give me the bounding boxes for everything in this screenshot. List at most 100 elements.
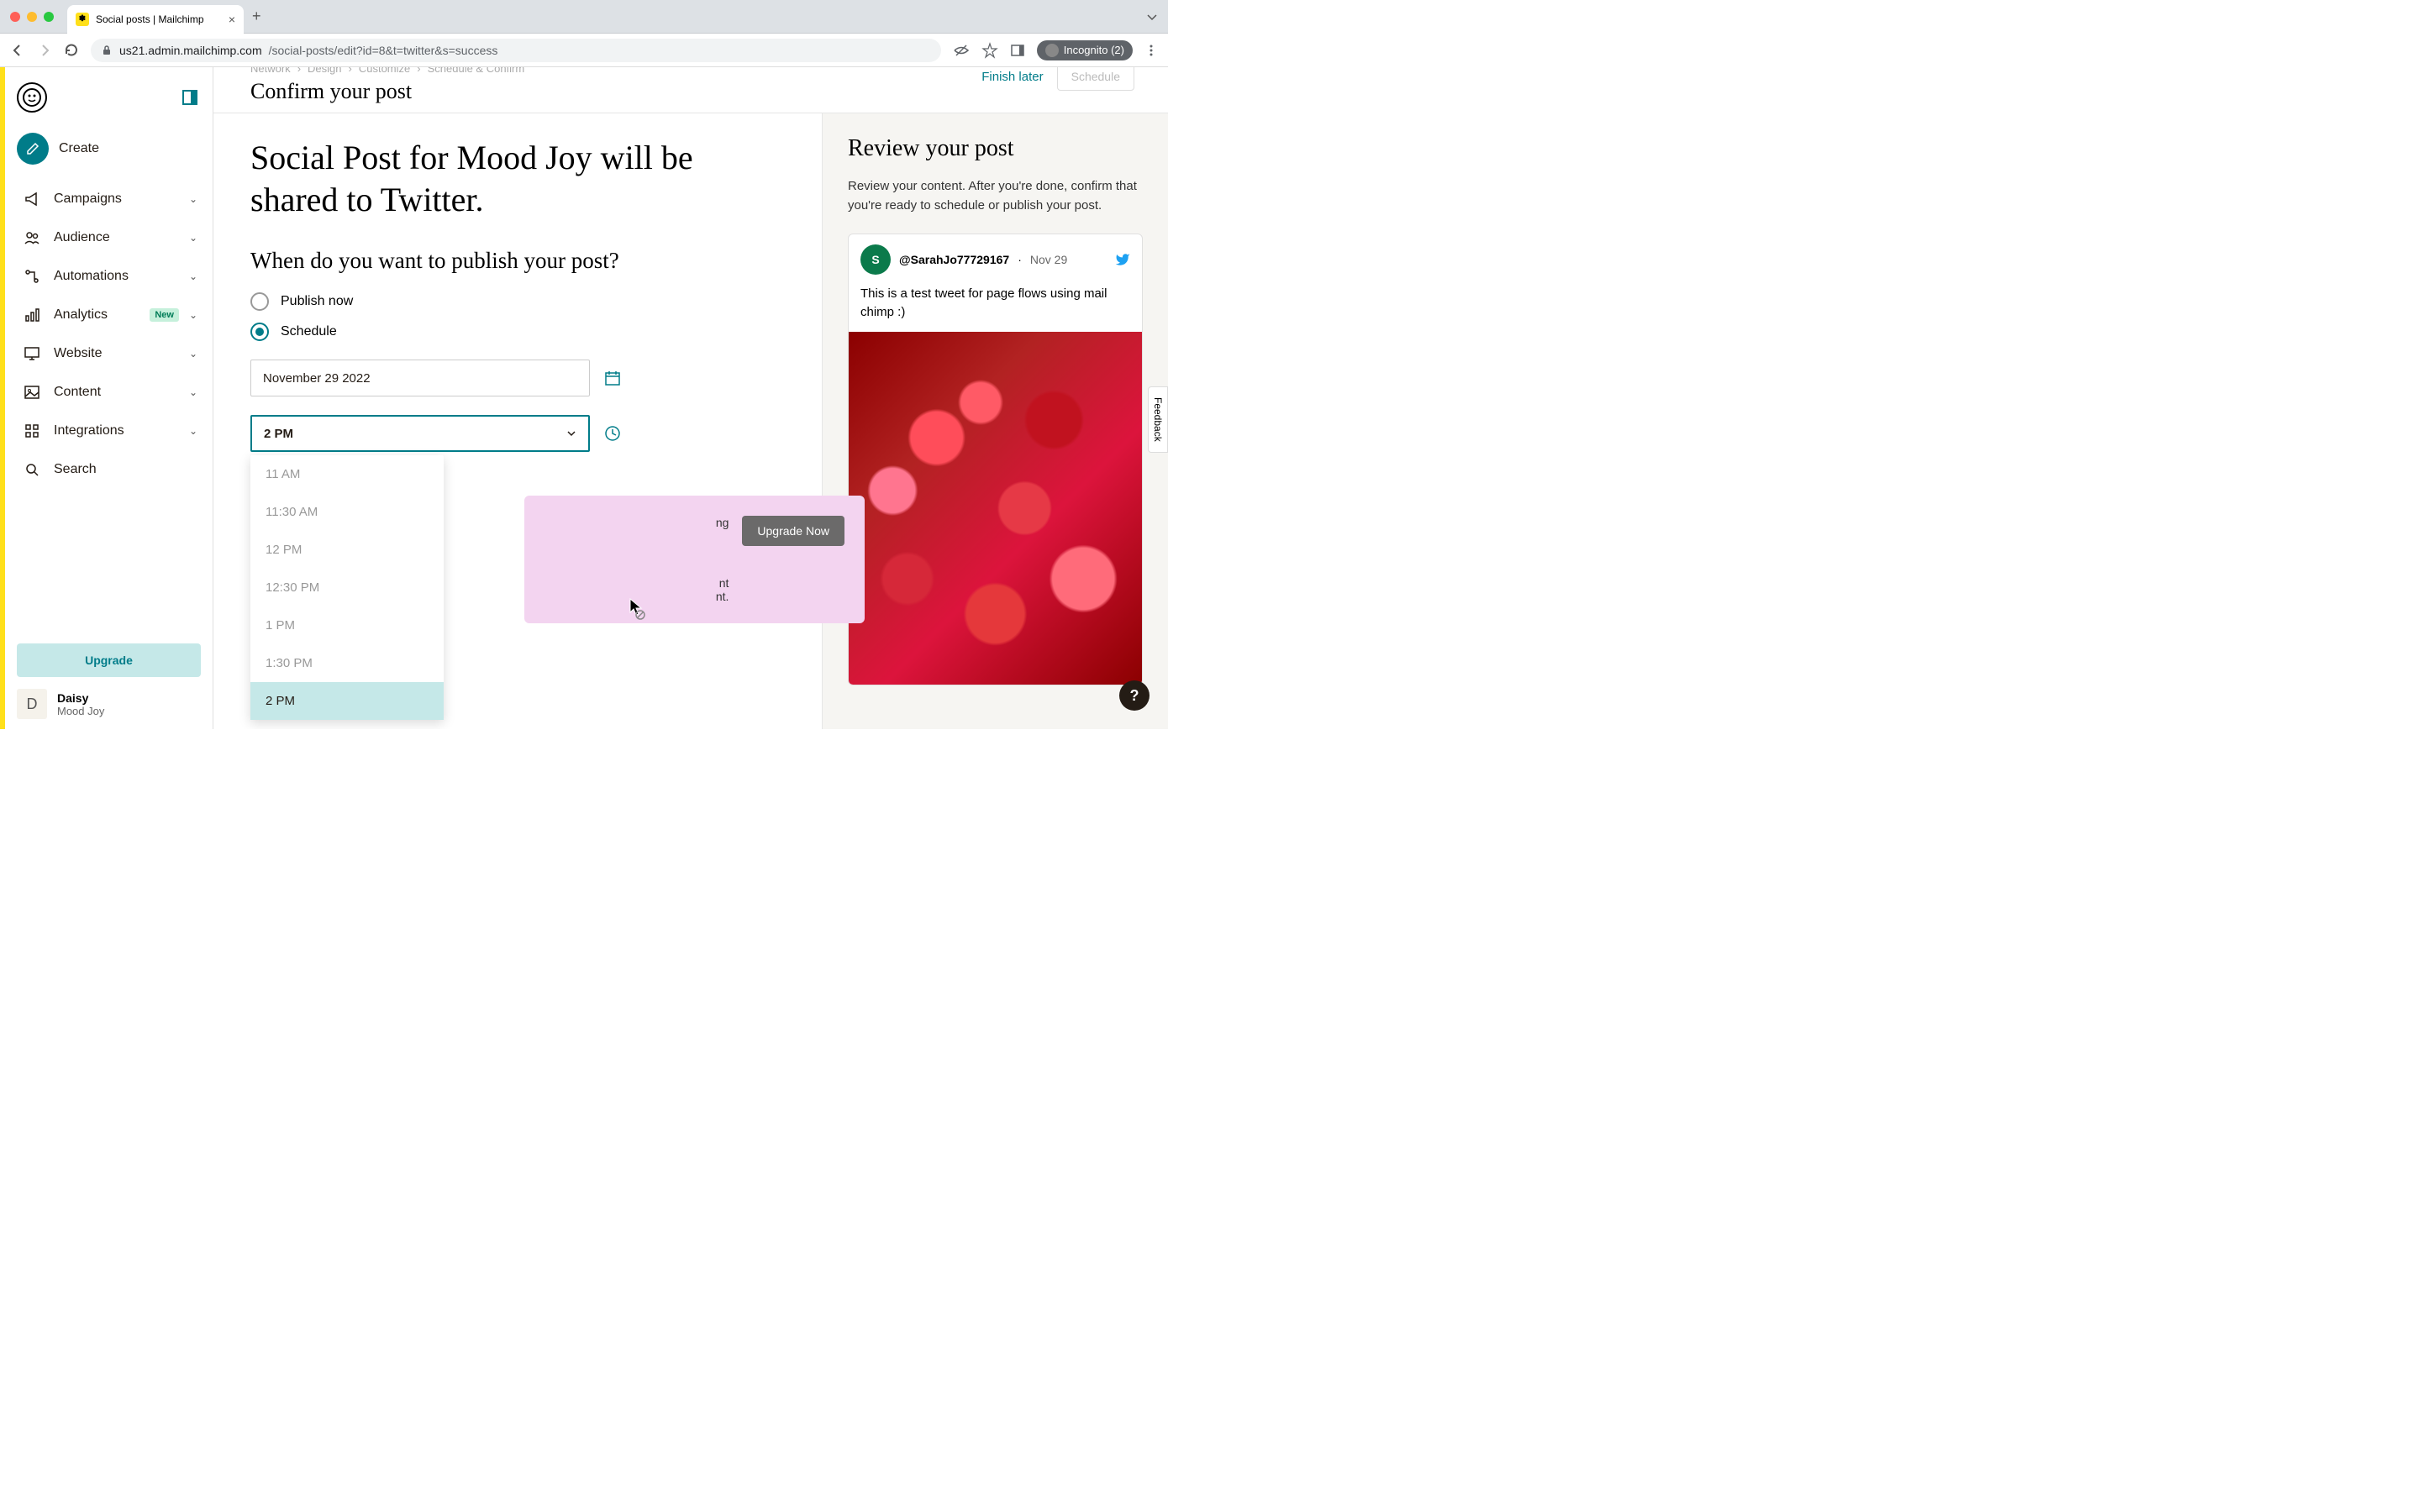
chevron-down-icon: ⌄	[189, 232, 197, 244]
time-select[interactable]: 2 PM 11 AM 11:30 AM 12 PM 12:30 PM 1 PM …	[250, 415, 590, 452]
radio-label: Schedule	[281, 324, 337, 339]
grid-icon	[20, 422, 44, 440]
chevron-down-icon: ⌄	[189, 309, 197, 321]
bar-chart-icon	[20, 306, 44, 324]
upgrade-promo-text: ng nt nt.	[544, 516, 729, 603]
collapse-sidebar-icon[interactable]	[182, 90, 197, 105]
time-option[interactable]: 11 AM	[250, 455, 444, 493]
preview-panel: Review your post Review your content. Af…	[822, 113, 1168, 729]
nav-label: Campaigns	[54, 192, 179, 207]
chevron-down-icon: ⌄	[189, 425, 197, 437]
side-panel-icon[interactable]	[1010, 43, 1025, 58]
nav-campaigns[interactable]: Campaigns ⌄	[13, 181, 204, 217]
incognito-label: Incognito (2)	[1064, 44, 1124, 56]
minimize-window-icon[interactable]	[27, 12, 37, 22]
chevron-down-icon	[566, 428, 576, 438]
account-avatar: D	[17, 689, 47, 719]
chevron-down-icon: ⌄	[189, 348, 197, 360]
browser-toolbar: us21.admin.mailchimp.com/social-posts/ed…	[0, 34, 1168, 67]
nav-label: Content	[54, 385, 179, 400]
time-value: 2 PM	[264, 427, 293, 441]
help-button[interactable]: ?	[1119, 680, 1150, 711]
close-window-icon[interactable]	[10, 12, 20, 22]
nav-list: Campaigns ⌄ Audience ⌄ Automations ⌄ Ana…	[5, 181, 213, 487]
upgrade-promo-card: ng nt nt. Upgrade Now	[524, 496, 865, 623]
time-option[interactable]: 12 PM	[250, 531, 444, 569]
nav-analytics[interactable]: Analytics New ⌄	[13, 297, 204, 333]
account-name: Daisy	[57, 691, 104, 705]
search-icon	[20, 460, 44, 479]
nav-content[interactable]: Content ⌄	[13, 375, 204, 410]
schedule-button[interactable]: Schedule	[1057, 67, 1134, 91]
preview-title: Review your post	[848, 135, 1143, 162]
browser-tab[interactable]: ✽ Social posts | Mailchimp ×	[67, 5, 244, 34]
nav-automations[interactable]: Automations ⌄	[13, 259, 204, 294]
image-icon	[20, 383, 44, 402]
close-tab-icon[interactable]: ×	[229, 13, 235, 26]
chevron-down-icon: ⌄	[189, 270, 197, 282]
bookmark-star-icon[interactable]	[981, 42, 998, 59]
monitor-icon	[20, 344, 44, 363]
new-tab-button[interactable]: +	[252, 8, 261, 25]
finish-later-link[interactable]: Finish later	[981, 70, 1043, 84]
create-label: Create	[59, 141, 99, 156]
megaphone-icon	[20, 190, 44, 208]
address-bar[interactable]: us21.admin.mailchimp.com/social-posts/ed…	[91, 39, 941, 62]
time-option[interactable]: 1:30 PM	[250, 644, 444, 682]
page-title: Confirm your post	[250, 79, 412, 104]
nav-label: Analytics	[54, 307, 139, 323]
upgrade-button[interactable]: Upgrade	[17, 643, 201, 677]
pencil-icon	[17, 133, 49, 165]
calendar-icon[interactable]	[603, 369, 622, 387]
time-option-selected[interactable]: 2 PM	[250, 682, 444, 720]
nav-label: Search	[54, 462, 197, 477]
back-button[interactable]	[10, 43, 25, 58]
twitter-handle: @SarahJo77729167	[899, 253, 1009, 266]
time-option[interactable]: 1 PM	[250, 606, 444, 644]
breadcrumb-item[interactable]: Customize	[359, 67, 410, 75]
maximize-window-icon[interactable]	[44, 12, 54, 22]
time-dropdown: 11 AM 11:30 AM 12 PM 12:30 PM 1 PM 1:30 …	[250, 455, 444, 720]
nav-website[interactable]: Website ⌄	[13, 336, 204, 371]
nav-label: Automations	[54, 269, 179, 284]
reload-button[interactable]	[64, 43, 79, 58]
radio-icon	[250, 292, 269, 311]
new-badge: New	[150, 308, 179, 322]
mailchimp-logo-icon[interactable]	[17, 82, 47, 113]
tweet-preview-card: S @SarahJo77729167 · Nov 29 This is a te…	[848, 234, 1143, 685]
breadcrumb-item[interactable]: Schedule & Confirm	[428, 67, 525, 75]
time-option[interactable]: 11:30 AM	[250, 493, 444, 531]
eye-off-icon[interactable]	[953, 42, 970, 59]
account-switcher[interactable]: D Daisy Mood Joy	[17, 689, 201, 719]
favicon-icon: ✽	[76, 13, 89, 26]
nav-audience[interactable]: Audience ⌄	[13, 220, 204, 255]
tabs-menu-icon[interactable]	[1146, 11, 1158, 23]
lock-icon	[101, 45, 113, 56]
radio-publish-now[interactable]: Publish now	[250, 292, 785, 311]
incognito-badge[interactable]: Incognito (2)	[1037, 40, 1133, 60]
kebab-menu-icon[interactable]	[1144, 44, 1158, 57]
tweet-date: Nov 29	[1030, 253, 1067, 266]
account-org: Mood Joy	[57, 705, 104, 717]
url-host: us21.admin.mailchimp.com	[119, 44, 262, 57]
twitter-bird-icon	[1115, 252, 1130, 267]
flow-icon	[20, 267, 44, 286]
clock-icon[interactable]	[603, 424, 622, 443]
upgrade-now-button[interactable]: Upgrade Now	[742, 516, 844, 546]
nav-search[interactable]: Search	[13, 452, 204, 487]
window-controls	[10, 12, 54, 22]
date-input[interactable]: November 29 2022	[250, 360, 590, 396]
radio-icon	[250, 323, 269, 341]
nav-integrations[interactable]: Integrations ⌄	[13, 413, 204, 449]
create-button[interactable]: Create	[5, 133, 213, 181]
time-option[interactable]: 12:30 PM	[250, 569, 444, 606]
date-value: November 29 2022	[263, 371, 371, 386]
breadcrumb-item[interactable]: Network	[250, 67, 291, 75]
nav-label: Integrations	[54, 423, 179, 438]
radio-schedule[interactable]: Schedule	[250, 323, 785, 341]
breadcrumb-item[interactable]: Design	[308, 67, 341, 75]
tweet-image	[849, 332, 1142, 685]
toolbar-right: Incognito (2)	[953, 40, 1158, 60]
feedback-tab[interactable]: Feedback	[1148, 386, 1168, 453]
people-icon	[20, 228, 44, 247]
